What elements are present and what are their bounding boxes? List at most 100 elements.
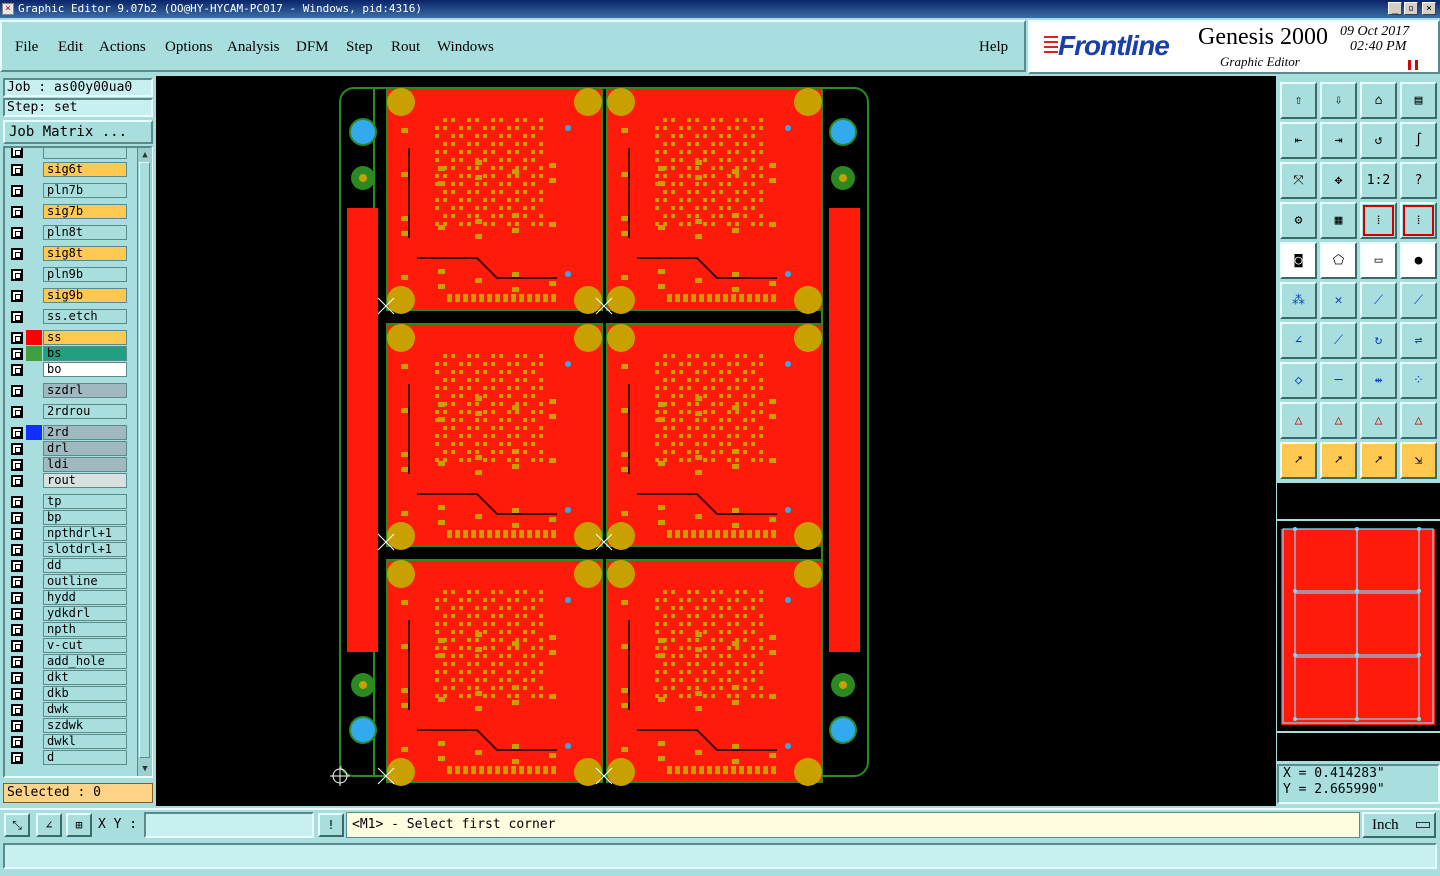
ratio-icon[interactable]: 1:2 [1360, 162, 1397, 199]
layer-name[interactable]: sig7b [43, 204, 127, 219]
layer-checkbox[interactable] [11, 544, 23, 556]
center-icon[interactable]: ✥ [1320, 162, 1357, 199]
home-icon[interactable]: ⌂ [1360, 82, 1397, 119]
angle-icon[interactable]: ∠ [36, 813, 62, 837]
minimize-button[interactable]: _ [1388, 2, 1402, 15]
layer-color-swatch[interactable] [26, 558, 42, 573]
layer-checkbox[interactable] [11, 576, 23, 588]
layer-color-swatch[interactable] [26, 494, 42, 509]
layer-color-swatch[interactable] [26, 425, 42, 440]
layer-name[interactable]: dwk [43, 702, 127, 717]
layer-color-swatch[interactable] [26, 162, 42, 177]
menu-analysis[interactable]: Analysis [227, 39, 280, 56]
rotate-icon[interactable]: ↺ [1360, 122, 1397, 159]
layer-row[interactable]: dwk [9, 702, 127, 717]
layer-row[interactable]: tp [9, 494, 127, 509]
menu-dfm[interactable]: DFM [296, 39, 329, 56]
layer-color-swatch[interactable] [26, 542, 42, 557]
triangle-d-icon[interactable]: △ [1400, 402, 1437, 439]
window-split-icon[interactable]: ▤ [1400, 82, 1437, 119]
settings-icon[interactable]: ⚙ [1280, 202, 1317, 239]
layer-row[interactable]: ss.etch [9, 309, 127, 324]
layer-name[interactable]: outline [43, 574, 127, 589]
layer-row[interactable]: pln8t [9, 225, 127, 240]
layer-name[interactable]: bs [43, 346, 127, 361]
menu-file[interactable]: File [15, 39, 38, 56]
layer-row[interactable]: dkb [9, 686, 127, 701]
menu-step[interactable]: Step [346, 39, 373, 56]
layer-checkbox[interactable] [11, 311, 23, 323]
measure-icon[interactable]: ⇹ [1360, 362, 1397, 399]
layer-name[interactable]: ss.etch [43, 309, 127, 324]
menu-windows[interactable]: Windows [437, 39, 494, 56]
layer-row[interactable]: d [9, 750, 127, 765]
layer-checkbox[interactable] [11, 427, 23, 439]
layer-row[interactable]: sig9b [9, 288, 127, 303]
layer-color-swatch[interactable] [26, 225, 42, 240]
layer-checkbox[interactable] [11, 496, 23, 508]
layer-name[interactable]: 2rd [43, 425, 127, 440]
layer-row[interactable]: ldi [9, 457, 127, 472]
pointer-net-icon[interactable]: ⇲ [1400, 442, 1437, 479]
layer-color-swatch[interactable] [26, 441, 42, 456]
layer-row[interactable]: drl [9, 441, 127, 456]
layer-name[interactable]: dd [43, 558, 127, 573]
close-button[interactable]: × [1422, 2, 1436, 15]
layer-checkbox[interactable] [11, 592, 23, 604]
layer-row[interactable]: dkt [9, 670, 127, 685]
help-icon[interactable]: ? [1400, 162, 1437, 199]
layer-row[interactable]: 2rdrou [9, 404, 127, 419]
triangle-c-icon[interactable]: △ [1360, 402, 1397, 439]
layer-color-swatch[interactable] [26, 718, 42, 733]
layer-name[interactable]: tp [43, 494, 127, 509]
layer-checkbox[interactable] [11, 206, 23, 218]
layer-row[interactable]: bo [9, 362, 127, 377]
layer-checkbox[interactable] [11, 269, 23, 281]
layer-name[interactable]: npth [43, 622, 127, 637]
layer-checkbox[interactable] [11, 459, 23, 471]
layer-color-swatch[interactable] [26, 183, 42, 198]
scroll-thumb[interactable] [139, 162, 150, 758]
arc-icon[interactable]: ↻ [1360, 322, 1397, 359]
scroll-down-icon[interactable]: ▼ [139, 763, 151, 775]
layer-name[interactable]: drl [43, 441, 127, 456]
layer-checkbox[interactable] [11, 364, 23, 376]
layer-compare-icon[interactable]: ⁞ [1400, 202, 1437, 239]
layer-color-swatch[interactable] [26, 383, 42, 398]
pointer-box-icon[interactable]: ➚ [1320, 442, 1357, 479]
pan-right-icon[interactable]: ⇥ [1320, 122, 1357, 159]
feature-select-icon[interactable]: ◙ [1280, 242, 1317, 279]
layer-name[interactable]: pln8t [43, 225, 127, 240]
angle-line-icon[interactable]: ∠ [1280, 322, 1317, 359]
layer-color-swatch[interactable] [26, 574, 42, 589]
layer-row[interactable]: add_hole [9, 654, 127, 669]
layer-checkbox[interactable] [11, 248, 23, 260]
layer-checkbox[interactable] [11, 227, 23, 239]
layer-row[interactable]: 2rd [9, 425, 127, 440]
layer-row[interactable]: ss [9, 330, 127, 345]
layer-checkbox[interactable] [11, 672, 23, 684]
layer-checkbox[interactable] [11, 290, 23, 302]
layer-name[interactable]: pln9b [43, 267, 127, 282]
layer-stack-icon[interactable]: ⁞ [1360, 202, 1397, 239]
grid-icon[interactable]: ▦ [1320, 202, 1357, 239]
layer-color-swatch[interactable] [26, 686, 42, 701]
layer-color-swatch[interactable] [26, 309, 42, 324]
move-pad-icon[interactable]: ◇ [1280, 362, 1317, 399]
overview-preview[interactable] [1277, 521, 1440, 731]
layer-row[interactable]: dwkl [9, 734, 127, 749]
layer-row-partial[interactable] [9, 148, 127, 159]
layer-checkbox[interactable] [11, 385, 23, 397]
layer-color-swatch[interactable] [26, 622, 42, 637]
slash-line-icon[interactable]: ⟋ [1320, 322, 1357, 359]
net-icon[interactable]: ⁂ [1280, 282, 1317, 319]
layer-checkbox[interactable] [11, 406, 23, 418]
maximize-button[interactable]: ▫ [1404, 2, 1418, 15]
layer-row[interactable]: szdwk [9, 718, 127, 733]
ruler-icon[interactable]: ▭ [1360, 242, 1397, 279]
fit-screen-icon[interactable]: ⤧ [1280, 162, 1317, 199]
layer-row[interactable]: v-cut [9, 638, 127, 653]
xy-input[interactable] [144, 812, 314, 838]
layer-checkbox[interactable] [11, 475, 23, 487]
layer-name[interactable]: dwkl [43, 734, 127, 749]
